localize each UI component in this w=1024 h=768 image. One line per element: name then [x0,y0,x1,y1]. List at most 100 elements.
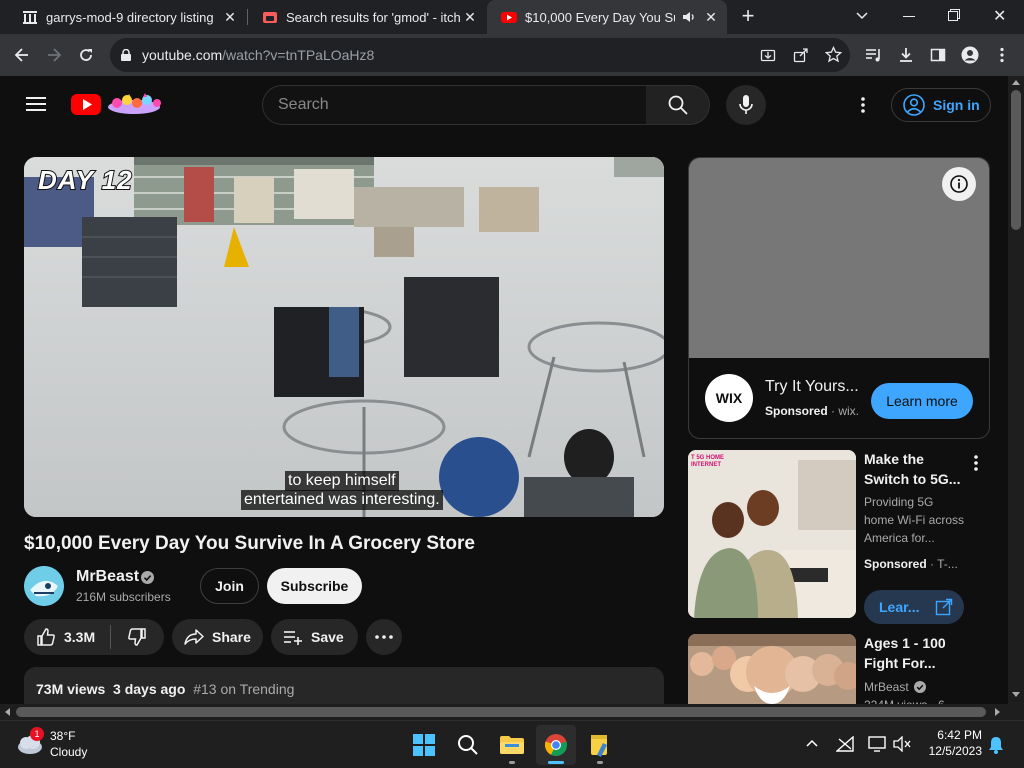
rec-channel-name[interactable]: MrBeast [864,678,909,696]
subscribe-button[interactable]: Subscribe [267,568,362,604]
description-box[interactable]: 73M views 3 days ago #13 on Trending [24,667,664,704]
notification-bell-icon[interactable] [988,736,1004,754]
archive-icon [22,9,38,25]
rec-desc-line3: America for... [864,531,935,545]
scroll-up-arrow-icon[interactable] [1012,80,1020,85]
rec-advertiser: T-... [937,557,958,571]
dislike-button[interactable] [111,619,163,655]
tab-search-icon[interactable] [855,9,869,23]
subscriber-count: 216M subscribers [76,590,171,604]
close-tab-icon[interactable]: ✕ [703,9,719,25]
back-button[interactable] [8,41,36,69]
network-status-icon[interactable] [836,736,854,752]
channel-avatar[interactable] [24,566,64,606]
tab-itchio-search[interactable]: Search results for 'gmod' - itch.io ✕ [248,0,486,34]
chrome-button[interactable] [536,725,576,765]
rec-thumbnail[interactable] [688,634,856,704]
browser-menu-icon[interactable] [988,41,1016,69]
ad-learn-more-button[interactable]: Learn more [871,383,973,419]
tab-youtube-video[interactable]: $10,000 Every Day You Survive In A Groce… [487,0,727,34]
address-bar[interactable]: youtube.com/watch?v=tnTPaLOaHz8 [110,38,850,72]
bookmark-star-icon[interactable] [825,46,842,63]
minimize-button[interactable] [903,16,915,17]
account-icon [903,94,925,116]
volume-muted-icon[interactable] [893,736,911,752]
scrollbar-thumb[interactable] [16,707,986,717]
reload-button[interactable] [72,41,100,69]
lock-icon[interactable] [121,49,131,61]
verified-icon [141,571,154,584]
hamburger-menu-icon[interactable] [26,96,46,112]
rec-sponsor-line: Sponsored · T-... [864,557,958,571]
media-control-icon[interactable] [860,41,888,69]
voice-search-button[interactable] [726,85,766,125]
file-explorer-button[interactable] [492,725,532,765]
clock[interactable]: 6:42 PM 12/5/2023 [922,727,982,759]
ad-logo: WIX [705,374,753,422]
youtube-page: Search Sign in DAY 12 to keep himself en… [0,76,1008,704]
display-icon[interactable] [868,736,886,752]
search-icon [668,95,688,115]
save-button[interactable]: Save [271,619,358,655]
scroll-right-arrow-icon[interactable] [995,708,1000,716]
rec-title-line1[interactable]: Make the [864,449,924,469]
notes-app-button[interactable] [580,725,620,765]
ad-info-button[interactable] [942,167,976,201]
horizontal-scrollbar[interactable] [0,704,1008,720]
trending-badge[interactable]: #13 on Trending [193,681,294,697]
more-actions-button[interactable] [366,619,402,655]
thumbs-up-icon [36,627,56,647]
rec-title-line2[interactable]: Fight For... [864,653,936,673]
close-tab-icon[interactable]: ✕ [462,9,478,25]
rec-learn-more-button[interactable]: Lear... [864,590,964,624]
close-tab-icon[interactable]: ✕ [222,9,238,25]
running-indicator [509,761,515,764]
chrome-icon [544,733,568,757]
url-text[interactable]: youtube.com/watch?v=tnTPaLOaHz8 [142,47,374,63]
rec-title-line1[interactable]: Ages 1 - 100 [864,633,946,653]
close-window-button[interactable]: ✕ [993,6,1006,26]
verified-icon [913,681,926,693]
share-button[interactable]: Share [172,619,263,655]
profile-icon[interactable] [956,41,984,69]
downloads-icon[interactable] [892,41,920,69]
rec-menu-icon[interactable] [974,455,978,471]
share-page-icon[interactable] [793,47,809,63]
scroll-left-arrow-icon[interactable] [5,708,10,716]
speaker-icon[interactable] [681,9,697,25]
clock-time: 6:42 PM [937,728,982,742]
ad-card[interactable]: WIX Try It Yours... Sponsored · wix. Lea… [688,157,990,439]
url-host: youtube.com [142,47,223,63]
install-app-icon[interactable] [760,47,776,63]
ad-headline[interactable]: Try It Yours... [765,378,859,396]
tab-title: Search results for 'gmod' - itch.io [286,9,462,25]
settings-menu-icon[interactable] [861,97,865,113]
share-label: Share [212,629,251,645]
rec-title-line2[interactable]: Switch to 5G... [864,469,960,489]
forward-button[interactable] [40,41,68,69]
vertical-scrollbar[interactable] [1008,76,1024,704]
start-button[interactable] [404,725,444,765]
running-indicator [597,761,603,764]
youtube-logo[interactable] [71,92,167,116]
rec-thumbnail[interactable]: T 5G HOME INTERNET [688,450,856,618]
ad-advertiser: wix. [838,404,860,418]
join-button[interactable]: Join [200,568,259,604]
restore-button[interactable] [948,9,960,21]
scrollbar-thumb[interactable] [1011,90,1021,230]
taskbar-search-button[interactable] [448,725,488,765]
new-tab-button[interactable]: + [736,5,760,28]
doodle-logo-icon [108,93,161,114]
show-hidden-icons-button[interactable] [806,739,818,747]
tab-directory-listing[interactable]: garrys-mod-9 directory listing ✕ [8,0,246,34]
search-input[interactable]: Search [262,85,647,125]
sign-in-label: Sign in [933,97,980,113]
search-button[interactable] [646,85,710,125]
sign-in-button[interactable]: Sign in [891,88,991,122]
side-panel-icon[interactable] [924,41,952,69]
weather-widget[interactable]: 1 38°F Cloudy [14,727,104,763]
like-button[interactable]: 3.3M [24,619,110,655]
channel-name[interactable]: MrBeast [76,568,139,586]
scroll-down-arrow-icon[interactable] [1012,692,1020,697]
video-player[interactable]: DAY 12 to keep himself entertained was i… [24,157,664,517]
